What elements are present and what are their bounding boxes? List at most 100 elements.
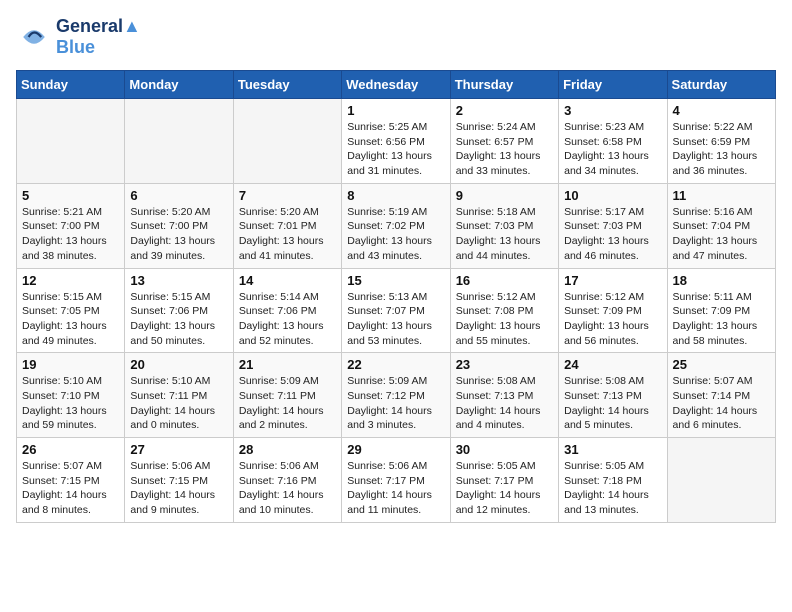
day-number: 30 bbox=[456, 442, 553, 457]
calendar-cell: 6Sunrise: 5:20 AM Sunset: 7:00 PM Daylig… bbox=[125, 183, 233, 268]
calendar-cell: 18 Sunrise: 5:11 AM Sunset: 7:09 PM Dayli… bbox=[667, 268, 775, 353]
day-info: Sunrise: 5:22 AM Sunset: 6:59 PM Dayligh… bbox=[673, 120, 770, 179]
calendar-cell: 1Sunrise: 5:25 AM Sunset: 6:56 PM Daylig… bbox=[342, 99, 450, 184]
calendar-cell: 30Sunrise: 5:05 AM Sunset: 7:17 PM Dayli… bbox=[450, 438, 558, 523]
day-number: 3 bbox=[564, 103, 661, 118]
calendar-cell bbox=[17, 99, 125, 184]
calendar-cell: 9 Sunrise: 5:18 AM Sunset: 7:03 PM Daylig… bbox=[450, 183, 558, 268]
logo-icon bbox=[16, 19, 52, 55]
day-number: 26 bbox=[22, 442, 119, 457]
calendar-cell: 28 Sunrise: 5:06 AM Sunset: 7:16 PM Dayli… bbox=[233, 438, 341, 523]
calendar-table: SundayMondayTuesdayWednesdayThursdayFrid… bbox=[16, 70, 776, 523]
calendar-week-row: 12Sunrise: 5:15 AM Sunset: 7:05 PM Dayli… bbox=[17, 268, 776, 353]
weekday-header: Thursday bbox=[450, 71, 558, 99]
day-number: 2 bbox=[456, 103, 553, 118]
day-number: 7 bbox=[239, 188, 336, 203]
weekday-header: Friday bbox=[559, 71, 667, 99]
day-info: Sunrise: 5:12 AM Sunset: 7:09 PM Dayligh… bbox=[564, 290, 661, 349]
day-number: 19 bbox=[22, 357, 119, 372]
calendar-week-row: 5Sunrise: 5:21 AM Sunset: 7:00 PM Daylig… bbox=[17, 183, 776, 268]
day-number: 23 bbox=[456, 357, 553, 372]
day-info: Sunrise: 5:19 AM Sunset: 7:02 PM Dayligh… bbox=[347, 205, 444, 264]
weekday-header: Wednesday bbox=[342, 71, 450, 99]
day-info: Sunrise: 5:05 AM Sunset: 7:18 PM Dayligh… bbox=[564, 459, 661, 518]
day-info: Sunrise: 5:07 AM Sunset: 7:15 PM Dayligh… bbox=[22, 459, 119, 518]
day-number: 10 bbox=[564, 188, 661, 203]
day-info: Sunrise: 5:25 AM Sunset: 6:56 PM Dayligh… bbox=[347, 120, 444, 179]
calendar-cell: 16 Sunrise: 5:12 AM Sunset: 7:08 PM Dayli… bbox=[450, 268, 558, 353]
day-info: Sunrise: 5:06 AM Sunset: 7:17 PM Dayligh… bbox=[347, 459, 444, 518]
day-number: 31 bbox=[564, 442, 661, 457]
day-info: Sunrise: 5:06 AM Sunset: 7:15 PM Dayligh… bbox=[130, 459, 227, 518]
day-info: Sunrise: 5:17 AM Sunset: 7:03 PM Dayligh… bbox=[564, 205, 661, 264]
calendar-cell bbox=[233, 99, 341, 184]
weekday-header: Tuesday bbox=[233, 71, 341, 99]
day-info: Sunrise: 5:06 AM Sunset: 7:16 PM Dayligh… bbox=[239, 459, 336, 518]
calendar-cell: 27 Sunrise: 5:06 AM Sunset: 7:15 PM Dayli… bbox=[125, 438, 233, 523]
day-number: 25 bbox=[673, 357, 770, 372]
calendar-week-row: 26 Sunrise: 5:07 AM Sunset: 7:15 PM Dayli… bbox=[17, 438, 776, 523]
day-number: 18 bbox=[673, 273, 770, 288]
calendar-cell: 17Sunrise: 5:12 AM Sunset: 7:09 PM Dayli… bbox=[559, 268, 667, 353]
day-number: 14 bbox=[239, 273, 336, 288]
calendar-cell bbox=[125, 99, 233, 184]
day-info: Sunrise: 5:24 AM Sunset: 6:57 PM Dayligh… bbox=[456, 120, 553, 179]
weekday-header: Sunday bbox=[17, 71, 125, 99]
day-number: 28 bbox=[239, 442, 336, 457]
day-info: Sunrise: 5:14 AM Sunset: 7:06 PM Dayligh… bbox=[239, 290, 336, 349]
calendar-cell: 21 Sunrise: 5:09 AM Sunset: 7:11 PM Dayli… bbox=[233, 353, 341, 438]
day-info: Sunrise: 5:12 AM Sunset: 7:08 PM Dayligh… bbox=[456, 290, 553, 349]
calendar-cell: 13 Sunrise: 5:15 AM Sunset: 7:06 PM Dayli… bbox=[125, 268, 233, 353]
calendar-cell: 15 Sunrise: 5:13 AM Sunset: 7:07 PM Dayli… bbox=[342, 268, 450, 353]
day-number: 9 bbox=[456, 188, 553, 203]
day-info: Sunrise: 5:09 AM Sunset: 7:12 PM Dayligh… bbox=[347, 374, 444, 433]
weekday-header: Monday bbox=[125, 71, 233, 99]
calendar-cell: 22 Sunrise: 5:09 AM Sunset: 7:12 PM Dayli… bbox=[342, 353, 450, 438]
calendar-cell: 31 Sunrise: 5:05 AM Sunset: 7:18 PM Dayli… bbox=[559, 438, 667, 523]
day-number: 20 bbox=[130, 357, 227, 372]
calendar-cell: 4Sunrise: 5:22 AM Sunset: 6:59 PM Daylig… bbox=[667, 99, 775, 184]
day-info: Sunrise: 5:18 AM Sunset: 7:03 PM Dayligh… bbox=[456, 205, 553, 264]
day-info: Sunrise: 5:13 AM Sunset: 7:07 PM Dayligh… bbox=[347, 290, 444, 349]
day-info: Sunrise: 5:11 AM Sunset: 7:09 PM Dayligh… bbox=[673, 290, 770, 349]
day-number: 24 bbox=[564, 357, 661, 372]
day-number: 16 bbox=[456, 273, 553, 288]
day-info: Sunrise: 5:15 AM Sunset: 7:06 PM Dayligh… bbox=[130, 290, 227, 349]
day-number: 5 bbox=[22, 188, 119, 203]
calendar-cell: 3 Sunrise: 5:23 AM Sunset: 6:58 PM Daylig… bbox=[559, 99, 667, 184]
day-number: 22 bbox=[347, 357, 444, 372]
day-info: Sunrise: 5:10 AM Sunset: 7:10 PM Dayligh… bbox=[22, 374, 119, 433]
page-header: General▲ Blue bbox=[16, 16, 776, 58]
day-info: Sunrise: 5:07 AM Sunset: 7:14 PM Dayligh… bbox=[673, 374, 770, 433]
calendar-cell: 24 Sunrise: 5:08 AM Sunset: 7:13 PM Dayli… bbox=[559, 353, 667, 438]
day-info: Sunrise: 5:10 AM Sunset: 7:11 PM Dayligh… bbox=[130, 374, 227, 433]
calendar-header: SundayMondayTuesdayWednesdayThursdayFrid… bbox=[17, 71, 776, 99]
calendar-cell: 20 Sunrise: 5:10 AM Sunset: 7:11 PM Dayli… bbox=[125, 353, 233, 438]
day-info: Sunrise: 5:16 AM Sunset: 7:04 PM Dayligh… bbox=[673, 205, 770, 264]
calendar-cell bbox=[667, 438, 775, 523]
logo: General▲ Blue bbox=[16, 16, 141, 58]
day-number: 11 bbox=[673, 188, 770, 203]
calendar-cell: 2 Sunrise: 5:24 AM Sunset: 6:57 PM Daylig… bbox=[450, 99, 558, 184]
calendar-cell: 5Sunrise: 5:21 AM Sunset: 7:00 PM Daylig… bbox=[17, 183, 125, 268]
calendar-cell: 19 Sunrise: 5:10 AM Sunset: 7:10 PM Dayli… bbox=[17, 353, 125, 438]
calendar-cell: 7Sunrise: 5:20 AM Sunset: 7:01 PM Daylig… bbox=[233, 183, 341, 268]
calendar-cell: 29 Sunrise: 5:06 AM Sunset: 7:17 PM Dayli… bbox=[342, 438, 450, 523]
day-info: Sunrise: 5:08 AM Sunset: 7:13 PM Dayligh… bbox=[564, 374, 661, 433]
day-info: Sunrise: 5:15 AM Sunset: 7:05 PM Dayligh… bbox=[22, 290, 119, 349]
calendar-cell: 26 Sunrise: 5:07 AM Sunset: 7:15 PM Dayli… bbox=[17, 438, 125, 523]
day-number: 13 bbox=[130, 273, 227, 288]
calendar-week-row: 19 Sunrise: 5:10 AM Sunset: 7:10 PM Dayli… bbox=[17, 353, 776, 438]
calendar-cell: 23Sunrise: 5:08 AM Sunset: 7:13 PM Dayli… bbox=[450, 353, 558, 438]
day-number: 29 bbox=[347, 442, 444, 457]
calendar-cell: 14 Sunrise: 5:14 AM Sunset: 7:06 PM Dayli… bbox=[233, 268, 341, 353]
day-info: Sunrise: 5:23 AM Sunset: 6:58 PM Dayligh… bbox=[564, 120, 661, 179]
calendar-cell: 8 Sunrise: 5:19 AM Sunset: 7:02 PM Daylig… bbox=[342, 183, 450, 268]
day-number: 15 bbox=[347, 273, 444, 288]
calendar-cell: 12Sunrise: 5:15 AM Sunset: 7:05 PM Dayli… bbox=[17, 268, 125, 353]
day-info: Sunrise: 5:09 AM Sunset: 7:11 PM Dayligh… bbox=[239, 374, 336, 433]
calendar-week-row: 1Sunrise: 5:25 AM Sunset: 6:56 PM Daylig… bbox=[17, 99, 776, 184]
day-number: 27 bbox=[130, 442, 227, 457]
day-number: 8 bbox=[347, 188, 444, 203]
day-number: 21 bbox=[239, 357, 336, 372]
